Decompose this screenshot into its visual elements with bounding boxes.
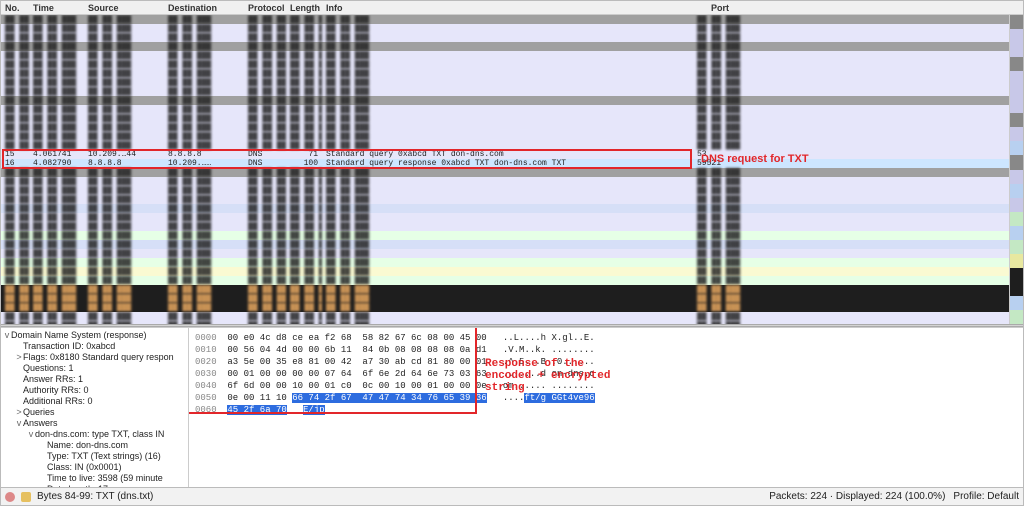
packet-details-tree[interactable]: vDomain Name System (response)Transactio… — [1, 328, 189, 487]
table-row[interactable]: ██ ██ █████ ██ █████ ██ █████ ██ █████ █… — [1, 195, 1009, 204]
tree-node[interactable]: Class: IN (0x0001) — [1, 462, 188, 473]
table-row[interactable]: 154.06174110.209.…448.8.8.8DNS71Standard… — [1, 150, 1009, 159]
expander-icon[interactable]: > — [15, 352, 23, 363]
hex-row[interactable]: 0000 00 e0 4c d8 ce ea f2 68 58 82 67 6c… — [195, 332, 1017, 344]
packet-list[interactable]: ██ ██ █████ ██ █████ ██ █████ ██ █████ █… — [1, 15, 1023, 324]
col-src[interactable]: Source — [84, 3, 164, 13]
statusbar: Bytes 84-99: TXT (dns.txt) Packets: 224 … — [1, 487, 1023, 505]
table-row[interactable]: ██ ██ █████ ██ █████ ██ █████ ██ █████ █… — [1, 33, 1009, 42]
hex-row[interactable]: 0040 6f 6d 00 00 10 00 01 c0 0c 00 10 00… — [195, 380, 1017, 392]
warning-indicator-icon[interactable] — [21, 492, 31, 502]
hex-row[interactable]: 0010 00 56 04 4d 00 00 6b 11 84 0b 08 08… — [195, 344, 1017, 356]
table-row[interactable]: ██ ██ █████ ██ █████ ██ █████ ██ █████ █… — [1, 276, 1009, 285]
expander-icon[interactable]: > — [15, 407, 23, 418]
table-row[interactable]: ██ ██ █████ ██ █████ ██ █████ ██ █████ █… — [1, 303, 1009, 312]
col-no[interactable]: No. — [1, 3, 29, 13]
tree-node[interactable]: Authority RRs: 0 — [1, 385, 188, 396]
table-row[interactable]: ██ ██ █████ ██ █████ ██ █████ ██ █████ █… — [1, 96, 1009, 105]
table-row[interactable]: ██ ██ █████ ██ █████ ██ █████ ██ █████ █… — [1, 24, 1009, 33]
hex-row[interactable]: 0030 00 01 00 00 00 00 07 64 6f 6e 2d 64… — [195, 368, 1017, 380]
table-row[interactable]: ██ ██ █████ ██ █████ ██ █████ ██ █████ █… — [1, 177, 1009, 186]
tree-node[interactable]: Name: don-dns.com — [1, 440, 188, 451]
table-row[interactable]: ██ ██ █████ ██ █████ ██ █████ ██ █████ █… — [1, 15, 1009, 24]
table-row[interactable]: ██ ██ █████ ██ █████ ██ █████ ██ █████ █… — [1, 87, 1009, 96]
table-row[interactable]: ██ ██ █████ ██ █████ ██ █████ ██ █████ █… — [1, 42, 1009, 51]
table-row[interactable]: ██ ██ █████ ██ █████ ██ █████ ██ █████ █… — [1, 168, 1009, 177]
tree-node[interactable]: Additional RRs: 0 — [1, 396, 188, 407]
minimap-scrollbar[interactable] — [1009, 15, 1023, 324]
table-row[interactable]: ██ ██ █████ ██ █████ ██ █████ ██ █████ █… — [1, 321, 1009, 324]
tree-node[interactable]: Answer RRs: 1 — [1, 374, 188, 385]
expander-icon[interactable]: v — [15, 418, 23, 429]
col-time[interactable]: Time — [29, 3, 84, 13]
tree-node[interactable]: Type: TXT (Text strings) (16) — [1, 451, 188, 462]
table-row[interactable]: ██ ██ █████ ██ █████ ██ █████ ██ █████ █… — [1, 60, 1009, 69]
table-row[interactable]: ██ ██ █████ ██ █████ ██ █████ ██ █████ █… — [1, 105, 1009, 114]
col-proto[interactable]: Protocol — [244, 3, 286, 13]
table-row[interactable]: ██ ██ █████ ██ █████ ██ █████ ██ █████ █… — [1, 249, 1009, 258]
hex-row[interactable]: 0060 45 2f 6a 70 E/jp — [195, 404, 1017, 416]
table-row[interactable]: ██ ██ █████ ██ █████ ██ █████ ██ █████ █… — [1, 231, 1009, 240]
col-port[interactable]: Port — [707, 3, 1023, 13]
table-row[interactable]: ██ ██ █████ ██ █████ ██ █████ ██ █████ █… — [1, 285, 1009, 294]
table-row[interactable]: ██ ██ █████ ██ █████ ██ █████ ██ █████ █… — [1, 240, 1009, 249]
hex-bytes-pane[interactable]: 0000 00 e0 4c d8 ce ea f2 68 58 82 67 6c… — [189, 328, 1023, 487]
table-row[interactable]: ██ ██ █████ ██ █████ ██ █████ ██ █████ █… — [1, 114, 1009, 123]
error-indicator-icon[interactable] — [5, 492, 15, 502]
table-row[interactable]: ██ ██ █████ ██ █████ ██ █████ ██ █████ █… — [1, 213, 1009, 222]
packet-list-header: No. Time Source Destination Protocol Len… — [1, 1, 1023, 15]
status-profile[interactable]: Profile: Default — [953, 491, 1019, 502]
table-row[interactable]: ██ ██ █████ ██ █████ ██ █████ ██ █████ █… — [1, 204, 1009, 213]
col-len[interactable]: Length — [286, 3, 322, 13]
status-packets: Packets: 224 · Displayed: 224 (100.0%) — [769, 491, 945, 502]
col-info[interactable]: Info — [322, 3, 707, 13]
table-row[interactable]: ██ ██ █████ ██ █████ ██ █████ ██ █████ █… — [1, 267, 1009, 276]
table-row[interactable]: ██ ██ █████ ██ █████ ██ █████ ██ █████ █… — [1, 222, 1009, 231]
col-dst[interactable]: Destination — [164, 3, 244, 13]
table-row[interactable]: ██ ██ █████ ██ █████ ██ █████ ██ █████ █… — [1, 258, 1009, 267]
table-row[interactable]: ██ ██ █████ ██ █████ ██ █████ ██ █████ █… — [1, 69, 1009, 78]
table-row[interactable]: ██ ██ █████ ██ █████ ██ █████ ██ █████ █… — [1, 312, 1009, 321]
hex-row[interactable]: 0050 0e 00 11 10 66 74 2f 67 47 47 74 34… — [195, 392, 1017, 404]
expander-icon[interactable]: v — [3, 330, 11, 341]
tree-node[interactable]: vDomain Name System (response) — [1, 330, 188, 341]
tree-node[interactable]: Time to live: 3598 (59 minute — [1, 473, 188, 484]
table-row[interactable]: ██ ██ █████ ██ █████ ██ █████ ██ █████ █… — [1, 123, 1009, 132]
table-row[interactable]: ██ ██ █████ ██ █████ ██ █████ ██ █████ █… — [1, 78, 1009, 87]
tree-node[interactable]: vdon-dns.com: type TXT, class IN — [1, 429, 188, 440]
tree-node[interactable]: vAnswers — [1, 418, 188, 429]
table-row[interactable]: ██ ██ █████ ██ █████ ██ █████ ██ █████ █… — [1, 186, 1009, 195]
table-row[interactable]: ██ ██ █████ ██ █████ ██ █████ ██ █████ █… — [1, 141, 1009, 150]
hex-row[interactable]: 0020 a3 5e 00 35 e8 81 00 42 a7 30 ab cd… — [195, 356, 1017, 368]
table-row[interactable]: ██ ██ █████ ██ █████ ██ █████ ██ █████ █… — [1, 132, 1009, 141]
tree-node[interactable]: Transaction ID: 0xabcd — [1, 341, 188, 352]
tree-node[interactable]: >Flags: 0x8180 Standard query respon — [1, 352, 188, 363]
table-row[interactable]: ██ ██ █████ ██ █████ ██ █████ ██ █████ █… — [1, 51, 1009, 60]
table-row[interactable]: 164.0827908.8.8.810.209.……DNS100Standard… — [1, 159, 1009, 168]
tree-node[interactable]: >Queries — [1, 407, 188, 418]
table-row[interactable]: ██ ██ █████ ██ █████ ██ █████ ██ █████ █… — [1, 294, 1009, 303]
status-field-text: Bytes 84-99: TXT (dns.txt) — [37, 491, 153, 502]
expander-icon[interactable]: v — [27, 429, 35, 440]
tree-node[interactable]: Questions: 1 — [1, 363, 188, 374]
